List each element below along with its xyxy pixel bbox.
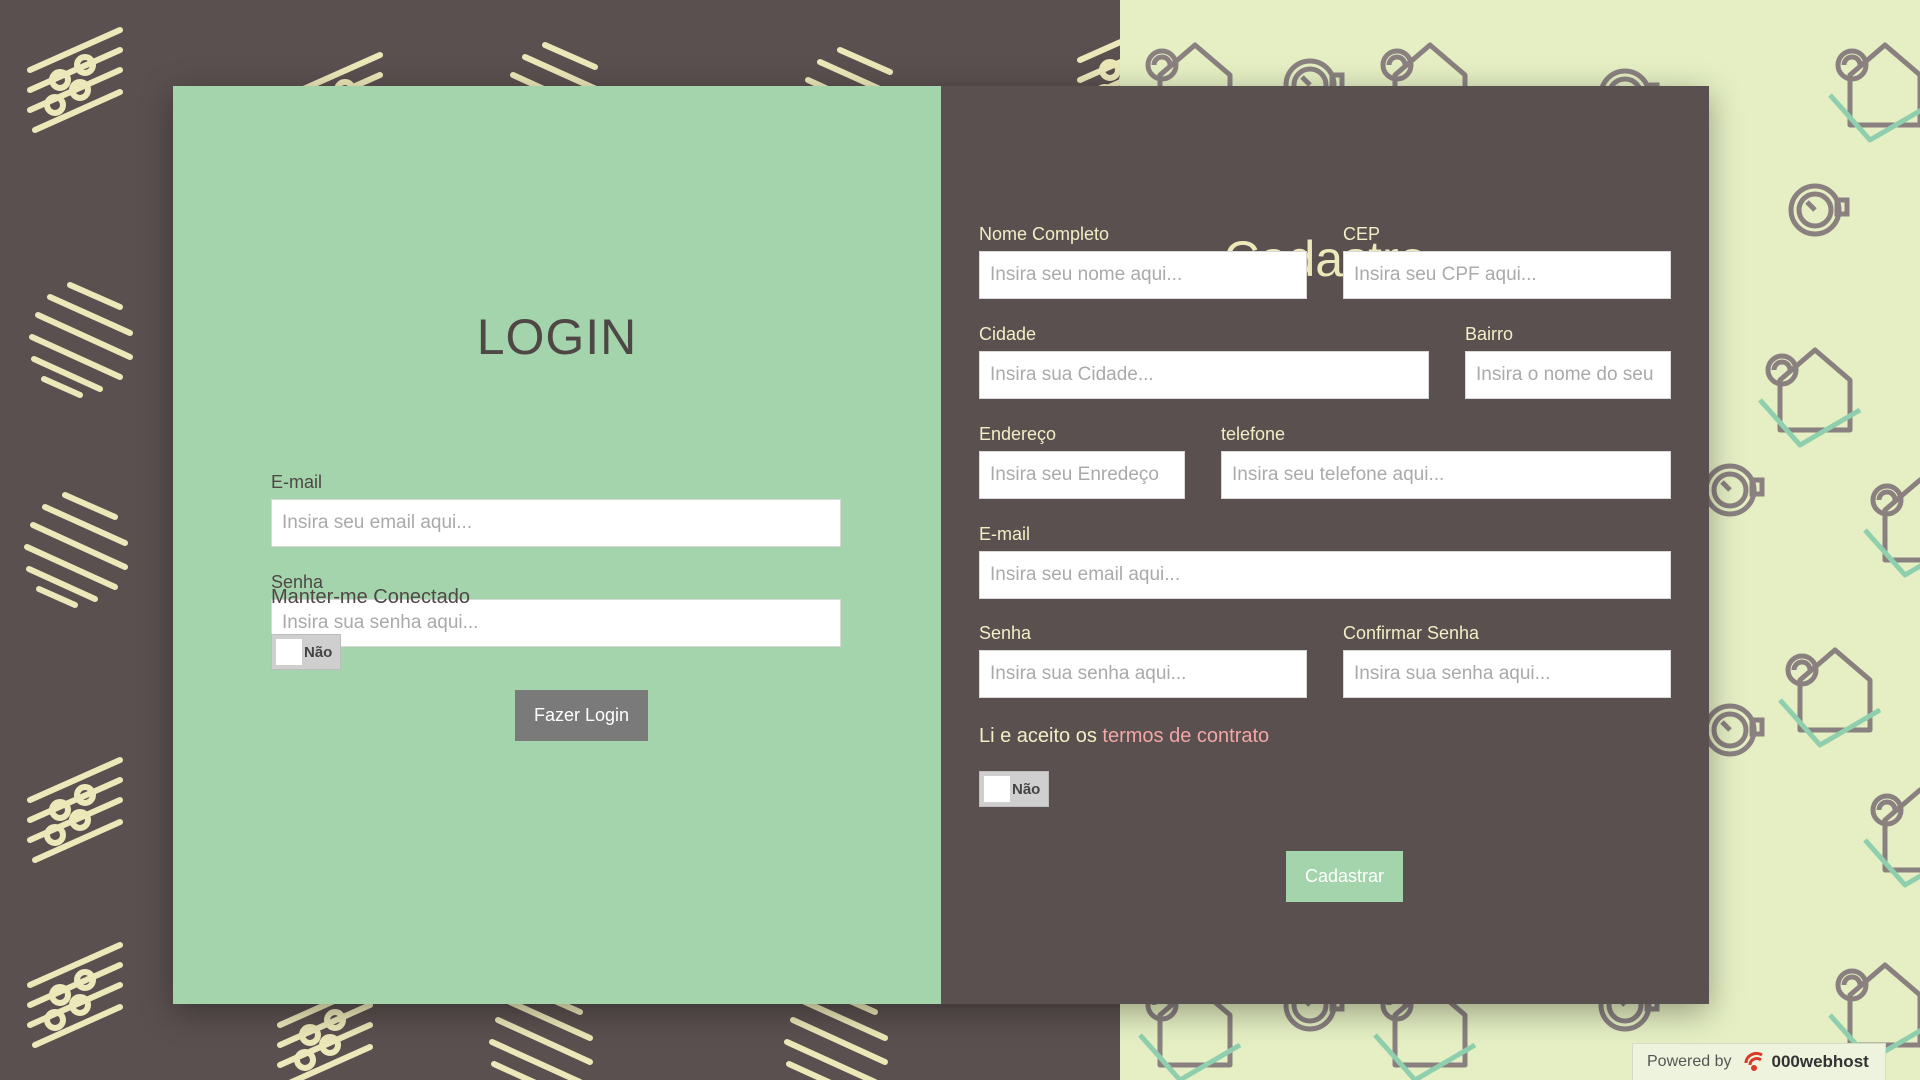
accept-terms-toggle[interactable]: Não	[979, 771, 1049, 807]
address-input[interactable]	[979, 451, 1185, 499]
register-button[interactable]: Cadastrar	[1286, 851, 1403, 902]
powered-by-badge[interactable]: Powered by 000webhost	[1632, 1043, 1886, 1080]
phone-input[interactable]	[1221, 451, 1671, 499]
terms-link[interactable]: termos de contrato	[1102, 725, 1269, 747]
name-input[interactable]	[979, 251, 1307, 299]
login-email-input[interactable]	[271, 499, 841, 547]
district-label: Bairro	[1465, 324, 1514, 344]
login-title: LOGIN	[476, 309, 638, 365]
toggle-state-label: Não	[304, 644, 333, 661]
keep-connected-label: Manter-me Conectado	[271, 586, 470, 608]
toggle-knob	[276, 639, 302, 665]
register-email-input[interactable]	[979, 551, 1671, 599]
keep-connected-toggle[interactable]: Não	[271, 634, 341, 670]
cep-input[interactable]	[1343, 251, 1671, 299]
name-label: Nome Completo	[979, 224, 1110, 244]
cep-label: CEP	[1343, 224, 1381, 244]
register-password-label: Senha	[979, 623, 1032, 643]
toggle-knob	[984, 776, 1010, 802]
register-password-input[interactable]	[979, 650, 1307, 698]
terms-prefix: Li e aceito os	[979, 725, 1103, 747]
login-panel: LOGIN E-mail Senha Manter-me Conectado N…	[173, 86, 941, 1004]
register-panel: Cadastro Nome Completo CEP Cidade Bairro…	[941, 86, 1709, 1004]
login-button[interactable]: Fazer Login	[515, 690, 648, 741]
confirm-password-label: Confirmar Senha	[1343, 623, 1480, 643]
phone-label: telefone	[1221, 424, 1286, 444]
auth-card: LOGIN E-mail Senha Manter-me Conectado N…	[173, 86, 1709, 1004]
powered-by-text: Powered by	[1647, 1053, 1732, 1070]
district-input[interactable]	[1465, 351, 1671, 399]
terms-text: Li e aceito os termos de contrato	[979, 725, 1269, 748]
brand-name: 000webhost	[1771, 1052, 1869, 1071]
address-label: Endereço	[979, 424, 1057, 444]
city-label: Cidade	[979, 324, 1037, 344]
city-input[interactable]	[979, 351, 1429, 399]
webhost-logo-icon	[1744, 1051, 1763, 1071]
confirm-password-input[interactable]	[1343, 650, 1671, 698]
toggle-state-label: Não	[1012, 781, 1041, 798]
register-email-label: E-mail	[979, 524, 1031, 544]
login-email-label: E-mail	[271, 472, 323, 492]
